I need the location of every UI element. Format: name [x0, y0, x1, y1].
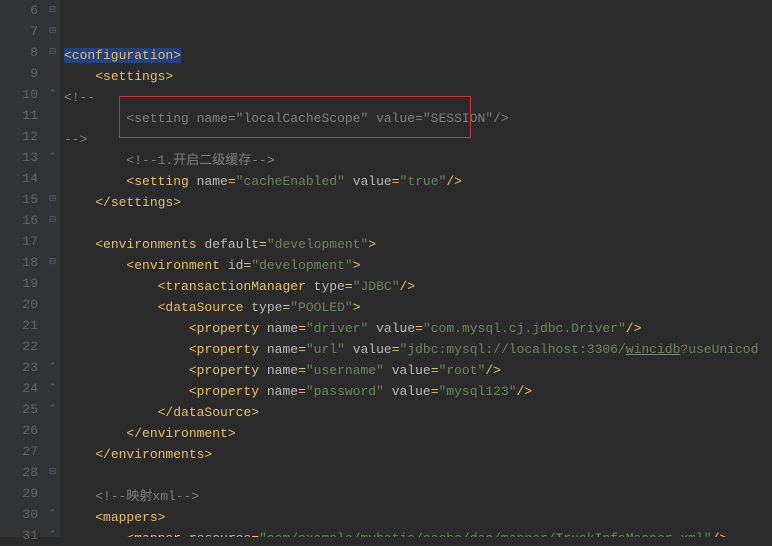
line-number: 12 — [0, 126, 38, 147]
code-line[interactable]: <property name="password" value="mysql12… — [64, 381, 772, 402]
fold-open-icon[interactable]: ⊟ — [48, 258, 57, 267]
line-number: 27 — [0, 441, 38, 462]
code-line[interactable]: --> — [64, 129, 772, 150]
fold-close-icon[interactable]: ⌃ — [48, 384, 57, 393]
line-number-gutter: 6789101112131415161718192021222324252627… — [0, 0, 46, 537]
line-number: 24 — [0, 378, 38, 399]
code-line[interactable]: <property name="driver" value="com.mysql… — [64, 318, 772, 339]
line-number: 29 — [0, 483, 38, 504]
fold-close-icon[interactable]: ⌃ — [48, 90, 57, 99]
line-number: 13 — [0, 147, 38, 168]
line-number: 31 — [0, 525, 38, 546]
code-editor[interactable]: 6789101112131415161718192021222324252627… — [0, 0, 772, 537]
code-line[interactable]: <settings> — [64, 66, 772, 87]
line-number: 16 — [0, 210, 38, 231]
fold-open-icon[interactable]: ⊟ — [48, 48, 57, 57]
line-number: 22 — [0, 336, 38, 357]
code-line[interactable]: </environments> — [64, 444, 772, 465]
code-line[interactable]: <property name="url" value="jdbc:mysql:/… — [64, 339, 772, 360]
line-number: 7 — [0, 21, 38, 42]
line-number: 15 — [0, 189, 38, 210]
line-number: 25 — [0, 399, 38, 420]
code-line[interactable]: <mappers> — [64, 507, 772, 528]
line-number: 11 — [0, 105, 38, 126]
line-number: 9 — [0, 63, 38, 84]
line-number: 10 — [0, 84, 38, 105]
line-number: 30 — [0, 504, 38, 525]
code-line[interactable]: <dataSource type="POOLED"> — [64, 297, 772, 318]
fold-column[interactable]: ⊟ ⊟ ⊟ ⌃ ⌃ ⊟ ⊟ ⊟ ⌃ ⌃ ⌃ ⊟ ⌃ ⌃ — [46, 0, 60, 537]
line-number: 6 — [0, 0, 38, 21]
code-line[interactable]: <environment id="development"> — [64, 255, 772, 276]
line-number: 8 — [0, 42, 38, 63]
line-number: 28 — [0, 462, 38, 483]
line-number: 19 — [0, 273, 38, 294]
line-number: 18 — [0, 252, 38, 273]
code-line[interactable] — [64, 213, 772, 234]
fold-close-icon[interactable]: ⌃ — [48, 531, 57, 540]
fold-close-icon[interactable]: ⌃ — [48, 153, 57, 162]
code-line[interactable]: <!--映射xml--> — [64, 486, 772, 507]
line-number: 23 — [0, 357, 38, 378]
code-line[interactable]: </dataSource> — [64, 402, 772, 423]
code-line[interactable]: <!-- — [64, 87, 772, 108]
fold-close-icon[interactable]: ⌃ — [48, 363, 57, 372]
fold-close-icon[interactable]: ⌃ — [48, 510, 57, 519]
fold-open-icon[interactable]: ⊟ — [48, 6, 57, 15]
code-line[interactable]: <setting name="localCacheScope" value="S… — [64, 108, 772, 129]
code-line[interactable]: <transactionManager type="JDBC"/> — [64, 276, 772, 297]
line-number: 26 — [0, 420, 38, 441]
line-number: 14 — [0, 168, 38, 189]
code-line[interactable] — [64, 465, 772, 486]
fold-open-icon[interactable]: ⊟ — [48, 468, 57, 477]
fold-close-icon[interactable]: ⌃ — [48, 405, 57, 414]
line-number: 17 — [0, 231, 38, 252]
code-line[interactable]: </environment> — [64, 423, 772, 444]
code-area[interactable]: <configuration> <settings><!-- <setting … — [60, 0, 772, 537]
fold-open-icon[interactable]: ⊟ — [48, 27, 57, 36]
fold-open-icon[interactable]: ⊟ — [48, 195, 57, 204]
code-line[interactable]: <environments default="development"> — [64, 234, 772, 255]
line-number: 21 — [0, 315, 38, 336]
code-line[interactable]: </settings> — [64, 192, 772, 213]
line-number: 20 — [0, 294, 38, 315]
code-line[interactable]: <property name="username" value="root"/> — [64, 360, 772, 381]
code-line[interactable]: <configuration> — [64, 45, 772, 66]
code-line[interactable]: <mapper resource="com/example/mybatis/ca… — [64, 528, 772, 537]
code-line[interactable]: <setting name="cacheEnabled" value="true… — [64, 171, 772, 192]
fold-open-icon[interactable]: ⊟ — [48, 216, 57, 225]
code-line[interactable]: <!--1.开启二级缓存--> — [64, 150, 772, 171]
